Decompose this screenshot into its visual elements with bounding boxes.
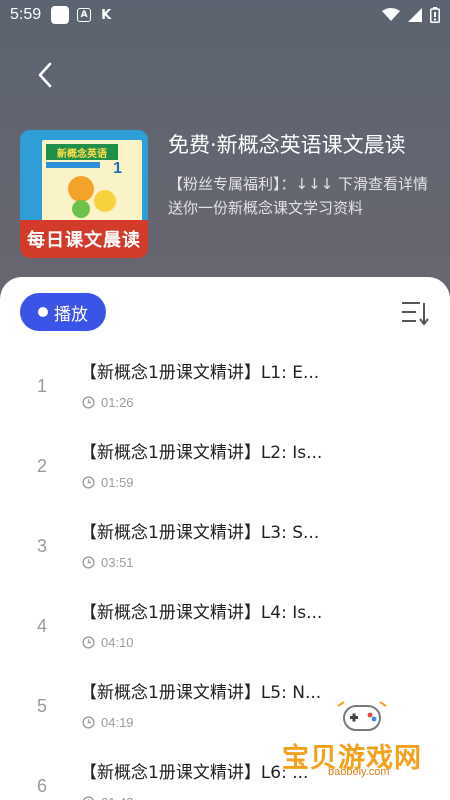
track-duration: 01:43 [82,795,134,800]
cover-book-title: 新概念英语 [46,144,118,160]
sort-list-icon [402,302,429,326]
play-icon [38,307,48,317]
album-description[interactable]: 【粉丝专属福利】：↓↓↓ 下滑查看详情送你一份新概念课文学习资料 [168,172,430,220]
track-duration: 03:51 [82,555,134,570]
track-number: 2 [36,455,47,476]
track-number: 1 [36,375,47,396]
track-row[interactable]: 4 【新概念1册课文精讲】L4: Is... 04:10 [0,595,450,675]
track-title: 【新概念1册课文精讲】L3: S... [80,523,320,543]
sort-button[interactable] [400,299,432,329]
clock-icon [82,476,95,489]
play-all-button[interactable]: 播放 [20,293,106,331]
track-duration-text: 01:59 [101,475,134,490]
watermark: 宝贝游戏网 baobeiy.com [282,700,450,800]
cover-ball-yellow [94,190,116,212]
wifi-icon [382,8,400,21]
track-number: 5 [36,695,47,716]
square-app-icon [51,6,70,24]
track-title: 【新概念1册课文精讲】L4: Is... [80,603,323,623]
cover-book-subtitle-bar [46,162,100,168]
cover-ball-orange [68,176,94,202]
clock-icon [82,796,95,800]
signal-icon [408,8,422,22]
cover-book-number: 1 [113,160,122,177]
track-duration-text: 04:19 [101,715,134,730]
battery-icon [430,7,440,23]
status-indicators [382,7,440,23]
track-row[interactable]: 1 【新概念1册课文精讲】L1: E... 01:26 [0,355,450,435]
track-title: 【新概念1册课文精讲】L2: Is... [80,443,323,463]
track-duration: 04:10 [82,635,134,650]
play-all-label: 播放 [54,304,88,325]
track-number: 3 [36,535,47,556]
clock-icon [82,556,95,569]
track-row[interactable]: 3 【新概念1册课文精讲】L3: S... 03:51 [0,515,450,595]
track-duration: 01:59 [82,475,134,490]
track-duration: 04:19 [82,715,134,730]
cover-banner: 每日课文晨读 [20,220,148,258]
clock-icon [82,396,95,409]
album-cover: 新概念英语 1 每日课文晨读 [20,130,148,258]
track-duration-text: 03:51 [101,555,134,570]
clock-icon [82,636,95,649]
track-duration-text: 01:43 [101,795,134,800]
status-time: 5:59 [10,6,42,23]
gamepad-icon [337,701,387,731]
track-duration-text: 01:26 [101,395,134,410]
cover-ball-green [72,200,90,218]
track-number: 4 [36,615,47,636]
track-row[interactable]: 2 【新概念1册课文精讲】L2: Is... 01:59 [0,435,450,515]
a-app-icon: A [77,8,92,22]
track-duration: 01:26 [82,395,134,410]
chevron-left-icon [38,62,52,88]
k-app-icon: K [101,7,112,23]
track-title: 【新概念1册课文精讲】L1: E... [80,363,320,383]
track-number: 6 [36,775,47,796]
status-bar: 5:59 A K [0,0,450,30]
track-duration-text: 04:10 [101,635,134,650]
watermark-url: baobeiy.com [328,766,390,778]
album-title: 免费·新概念英语课文晨读 [168,133,406,157]
clock-icon [82,716,95,729]
back-button[interactable] [30,58,60,92]
